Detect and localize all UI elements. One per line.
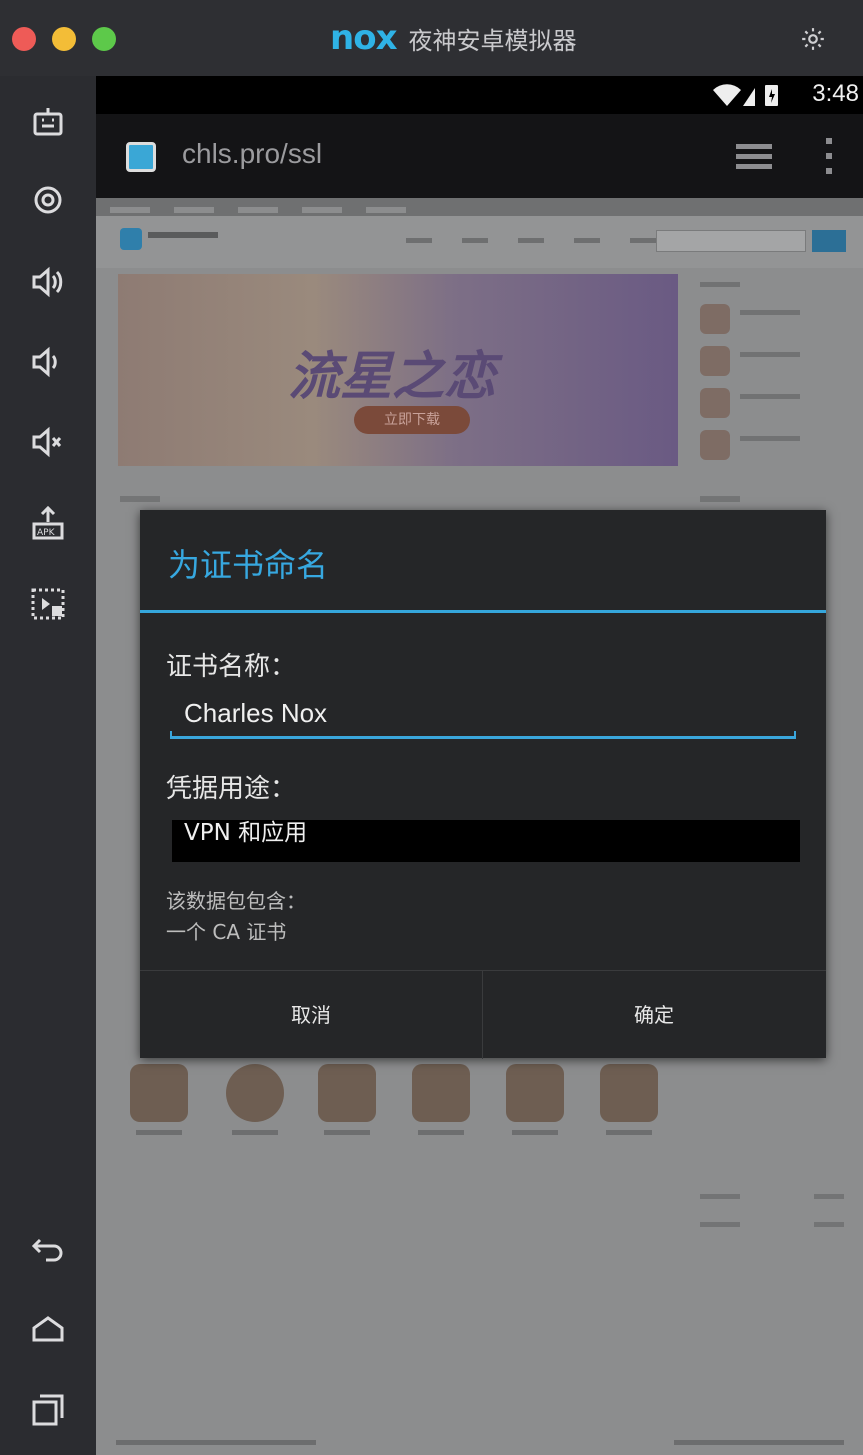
page-header (96, 216, 863, 268)
cancel-button[interactable]: 取消 (140, 971, 482, 1059)
home-icon[interactable] (28, 1310, 68, 1350)
package-contents-heading: 该数据包包含： (166, 889, 306, 913)
ok-button[interactable]: 确定 (483, 971, 825, 1059)
dialog-title: 为证书命名 (168, 546, 329, 584)
page-footer (116, 1440, 316, 1445)
credential-usage-select[interactable]: VPN 和应用 (172, 820, 800, 862)
certificate-name-label: 证书名称： (166, 652, 297, 682)
overflow-menu-icon[interactable] (824, 138, 834, 174)
dialog-title-divider (140, 610, 826, 613)
page-rank-value (814, 1194, 844, 1199)
page-section-head (700, 496, 740, 502)
window-titlebar: nox 夜神安卓模拟器 (0, 0, 863, 76)
settings-gear-icon[interactable] (800, 26, 826, 52)
recent-apps-icon[interactable] (28, 1390, 68, 1430)
page-game-row (130, 1064, 670, 1164)
page-rank-row (700, 1222, 740, 1227)
location-icon[interactable] (28, 180, 68, 220)
status-bar: 3:48 (96, 76, 863, 114)
page-banner: 流星之恋 立即下载 (118, 274, 678, 466)
page-footer-links (674, 1440, 844, 1445)
maximize-window-button[interactable] (92, 27, 116, 51)
credential-usage-label: 凭据用途： (166, 774, 297, 804)
back-icon[interactable] (28, 1228, 68, 1268)
apk-install-icon[interactable]: APK (28, 504, 68, 544)
page-side-list (696, 274, 856, 474)
app-logo: nox 夜神安卓模拟器 (330, 18, 577, 58)
mute-icon[interactable] (28, 422, 68, 462)
banner-title: 流星之恋 (288, 346, 497, 407)
tabs-icon[interactable] (736, 142, 772, 172)
package-contents: 该数据包包含： 一个 CA 证书 (166, 886, 306, 948)
page-logo-icon (120, 228, 142, 250)
svg-text:APK: APK (37, 528, 56, 538)
screen-record-icon[interactable] (28, 584, 68, 624)
page-search-input (656, 230, 806, 252)
page-logo-text (148, 232, 218, 238)
volume-up-icon[interactable] (28, 262, 68, 302)
page-rank-row (700, 1194, 740, 1199)
url-bar[interactable]: chls.pro/ssl (182, 138, 322, 170)
browser-toolbar: chls.pro/ssl (96, 114, 863, 198)
toolbar-icon[interactable] (28, 104, 68, 144)
package-contents-item: 一个 CA 证书 (166, 920, 287, 944)
window-title: 夜神安卓模拟器 (408, 26, 577, 55)
android-screen: 3:48 chls.pro/ssl 流星之恋 立即下载 为证书命名 证书名称： … (96, 76, 863, 1455)
dialog-button-bar: 取消 确定 (140, 970, 826, 1059)
name-certificate-dialog: 为证书命名 证书名称： 凭据用途： VPN 和应用 该数据包包含： 一个 CA … (140, 510, 826, 1059)
volume-down-icon[interactable] (28, 342, 68, 382)
emulator-sidebar: APK (0, 76, 96, 1455)
minimize-window-button[interactable] (52, 27, 76, 51)
site-favicon-icon (126, 142, 156, 172)
close-window-button[interactable] (12, 27, 36, 51)
status-time: 3:48 (812, 80, 859, 107)
page-top-nav (96, 198, 863, 216)
signal-battery-icon (713, 84, 778, 106)
page-rank-value (814, 1222, 844, 1227)
brand-name: nox (330, 18, 397, 58)
banner-download-button: 立即下载 (354, 406, 470, 434)
certificate-name-underline (170, 731, 796, 739)
page-section-head (120, 496, 160, 502)
page-search-button (812, 230, 846, 252)
certificate-name-input[interactable] (170, 690, 796, 736)
